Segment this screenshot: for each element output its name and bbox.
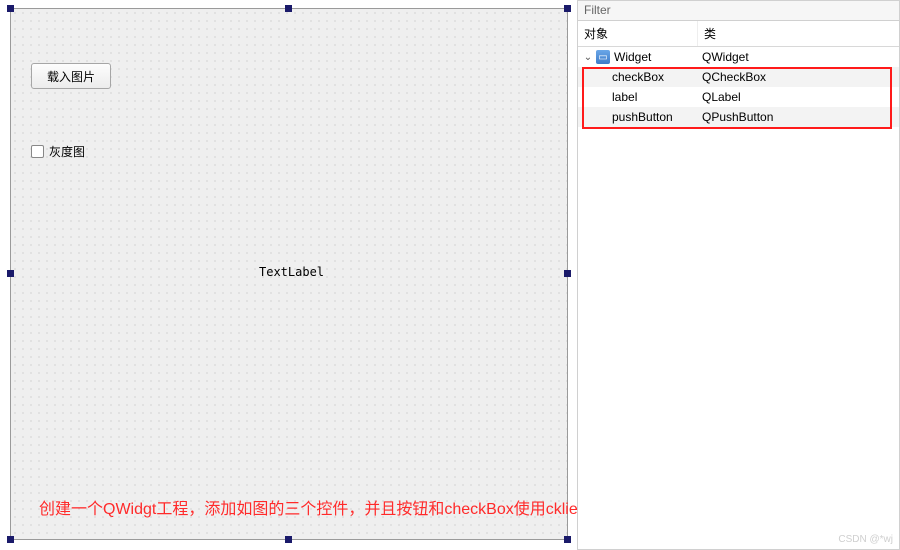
tree-object-name: checkBox [612,70,664,84]
widget-canvas[interactable]: 载入图片 灰度图 TextLabel 创建一个QWidgt工程，添加如图的三个控… [10,8,568,540]
checkbox[interactable]: 灰度图 [31,143,85,160]
tree-body: ⌄ ▭ Widget QWidget checkBox QCheckBox la… [578,47,899,127]
resize-handle-bm[interactable] [285,536,292,543]
canvas-wrapper: 载入图片 灰度图 TextLabel 创建一个QWidgt工程，添加如图的三个控… [10,8,568,540]
resize-handle-br[interactable] [564,536,571,543]
tree-header: 对象 类 [578,21,899,47]
resize-handle-mr[interactable] [564,270,571,277]
resize-handle-tl[interactable] [7,5,14,12]
column-header-class[interactable]: 类 [698,21,899,46]
tree-object-name: label [612,90,637,104]
tree-row[interactable]: pushButton QPushButton [578,107,899,127]
widget-icon: ▭ [596,50,610,64]
checkbox-box-icon [31,145,44,158]
watermark: CSDN @*wj [838,534,893,545]
resize-handle-tm[interactable] [285,5,292,12]
filter-input[interactable]: Filter [578,1,899,21]
tree-class-name: QCheckBox [698,70,899,84]
text-label[interactable]: TextLabel [259,265,324,279]
checkbox-label: 灰度图 [49,143,85,160]
chevron-down-icon[interactable]: ⌄ [582,52,594,63]
annotation-caption: 创建一个QWidgt工程，添加如图的三个控件，并且按钮和checkBox使用ck… [39,495,645,519]
tree-class-name: QLabel [698,90,899,104]
resize-handle-ml[interactable] [7,270,14,277]
tree-object-name: Widget [614,50,651,64]
push-button[interactable]: 载入图片 [31,63,111,89]
tree-row[interactable]: checkBox QCheckBox [578,67,899,87]
tree-class-name: QPushButton [698,110,899,124]
resize-handle-bl[interactable] [7,536,14,543]
column-header-object[interactable]: 对象 [578,21,698,46]
designer-pane: 载入图片 灰度图 TextLabel 创建一个QWidgt工程，添加如图的三个控… [0,0,578,550]
object-inspector-pane: Filter 对象 类 ⌄ ▭ Widget QWidget checkBox … [578,0,900,550]
tree-class-name: QWidget [698,50,899,64]
tree-object-name: pushButton [612,110,673,124]
tree-row[interactable]: label QLabel [578,87,899,107]
tree-row-root[interactable]: ⌄ ▭ Widget QWidget [578,47,899,67]
resize-handle-tr[interactable] [564,5,571,12]
